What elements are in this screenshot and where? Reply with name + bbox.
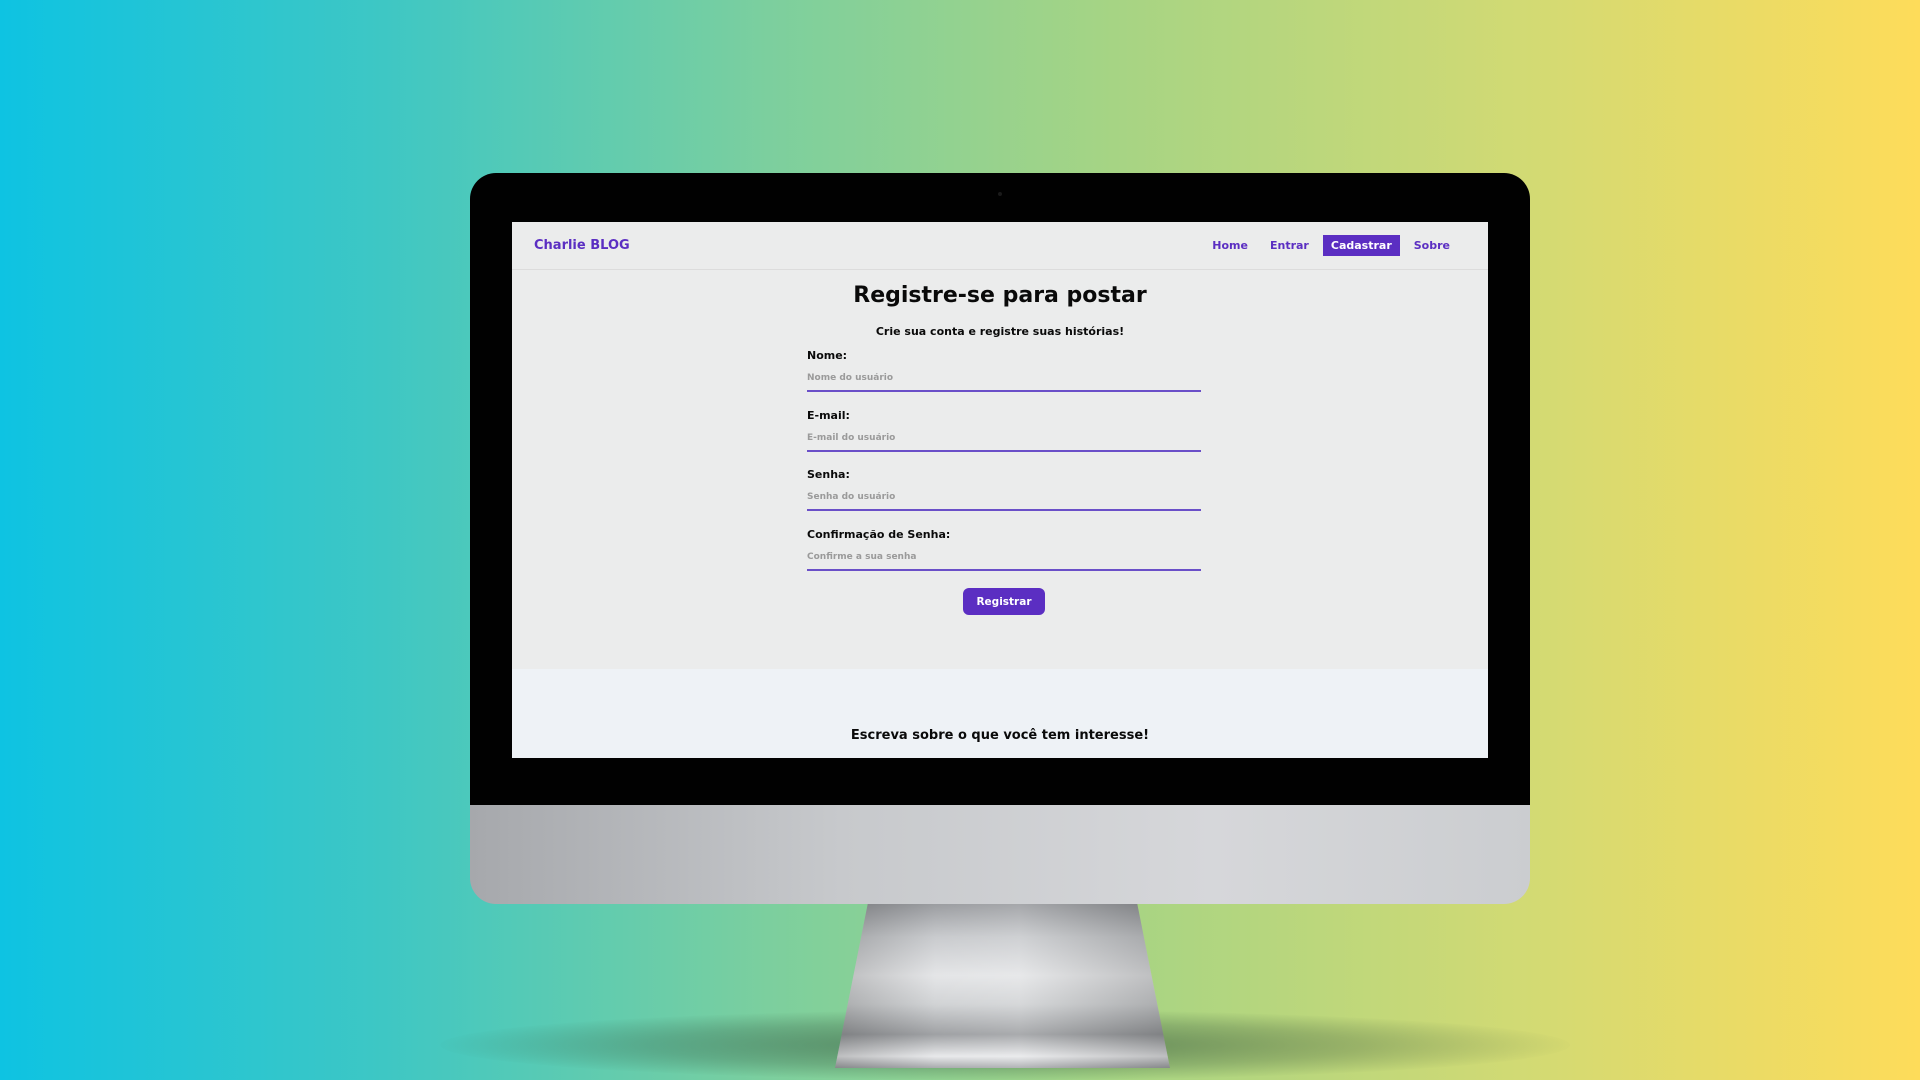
navbar: Charlie BLOG Home Entrar Cadastrar Sobre (512, 222, 1488, 270)
nav-links: Home Entrar Cadastrar Sobre (1204, 235, 1458, 256)
register-button[interactable]: Registrar (963, 588, 1045, 615)
footer: Escreva sobre o que você tem interesse! (512, 669, 1488, 758)
register-form: Nome: E-mail: Senha: Confirmação de Senh… (807, 349, 1201, 587)
name-input[interactable] (807, 366, 1201, 392)
name-field-group: Nome: (807, 349, 1201, 409)
page-title: Registre-se para postar (853, 283, 1147, 308)
email-label: E-mail: (807, 408, 850, 422)
password-input[interactable] (807, 485, 1201, 511)
name-label: Nome: (807, 349, 848, 362)
confirm-password-field-group: Confirmação de Senha: (807, 528, 1201, 588)
brand-logo[interactable]: Charlie BLOG (534, 238, 630, 253)
confirm-password-label: Confirmação de Senha: (807, 527, 951, 541)
monitor-stand-sheen (835, 900, 1170, 1068)
confirm-password-input[interactable] (807, 544, 1201, 571)
monitor-chin (470, 800, 1530, 904)
webcam-icon (998, 192, 1002, 196)
browser-viewport: Charlie BLOG Home Entrar Cadastrar Sobre… (512, 222, 1488, 758)
footer-tagline: Escreva sobre o que você tem interesse! (850, 728, 1150, 743)
nav-entrar-link[interactable]: Entrar (1262, 235, 1317, 256)
password-label: Senha: (807, 468, 850, 481)
password-field-group: Senha: (807, 468, 1201, 528)
nav-sobre-link[interactable]: Sobre (1406, 235, 1458, 256)
email-input[interactable] (807, 425, 1201, 452)
nav-cadastrar-link[interactable]: Cadastrar (1322, 235, 1400, 256)
page-subtitle: Crie sua conta e registre suas histórias… (875, 325, 1125, 338)
nav-home-link[interactable]: Home (1204, 235, 1256, 256)
email-field-group: E-mail: (807, 409, 1201, 469)
